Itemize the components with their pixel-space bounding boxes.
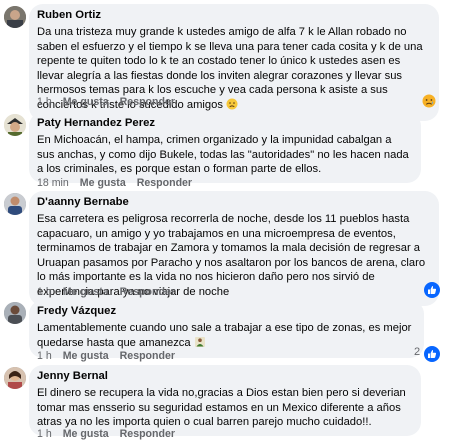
like-button[interactable]: Me gusta (63, 350, 109, 362)
reply-button[interactable]: Responder (120, 286, 175, 298)
comment-text: El dinero se recupera la vida no,gracias… (37, 387, 406, 429)
comment-time[interactable]: 1 h (37, 428, 52, 440)
comment-bubble: Jenny Bernal El dinero se recupera la vi… (29, 365, 421, 436)
like-button[interactable]: Me gusta (63, 428, 109, 440)
comment-meta: 1 h Me gusta Responder (37, 286, 175, 298)
comment-author[interactable]: Fredy Vázquez (37, 305, 414, 318)
comment-meta: 1 h Me gusta Responder (37, 428, 175, 440)
comment-meta: 1 h Me gusta Responder (37, 350, 175, 362)
like-reaction-icon[interactable] (424, 282, 440, 298)
sad-reaction-icon[interactable] (421, 93, 437, 109)
avatar[interactable] (4, 6, 26, 28)
comment-text: Lamentablemente cuando uno sale a trabaj… (37, 321, 414, 352)
comment-time[interactable]: 1 h (37, 286, 52, 298)
like-button[interactable]: Me gusta (63, 96, 109, 108)
avatar[interactable] (4, 367, 26, 389)
comment-author[interactable]: D'aanny Bernabe (37, 196, 429, 209)
comment-time[interactable]: 1 h (37, 96, 52, 108)
reply-button[interactable]: Responder (137, 177, 192, 189)
comment-time[interactable]: 1 h (37, 350, 52, 362)
avatar[interactable] (4, 302, 26, 324)
like-button[interactable]: Me gusta (80, 177, 126, 189)
comment-time[interactable]: 18 min (37, 177, 69, 189)
comment-bubble: Paty Hernandez Perez En Michoacán, el ha… (29, 112, 421, 183)
comment-author[interactable]: Ruben Ortiz (37, 9, 429, 22)
comment-author[interactable]: Paty Hernandez Perez (37, 117, 411, 130)
comment-meta: 18 min Me gusta Responder (37, 177, 192, 189)
reaction-count[interactable]: 2 (414, 346, 420, 358)
avatar[interactable] (4, 114, 26, 136)
comment-author[interactable]: Jenny Bernal (37, 370, 411, 383)
reply-button[interactable]: Responder (120, 350, 175, 362)
comment-meta: 1 h Me gusta Responder (37, 96, 175, 108)
person-emoji (194, 336, 206, 353)
like-reaction-icon[interactable] (424, 346, 440, 362)
like-button[interactable]: Me gusta (63, 286, 109, 298)
reply-button[interactable]: Responder (120, 96, 175, 108)
avatar[interactable] (4, 193, 26, 215)
comment-text: En Michoacán, el hampa, crimen organizad… (37, 134, 409, 176)
reply-button[interactable]: Responder (120, 428, 175, 440)
